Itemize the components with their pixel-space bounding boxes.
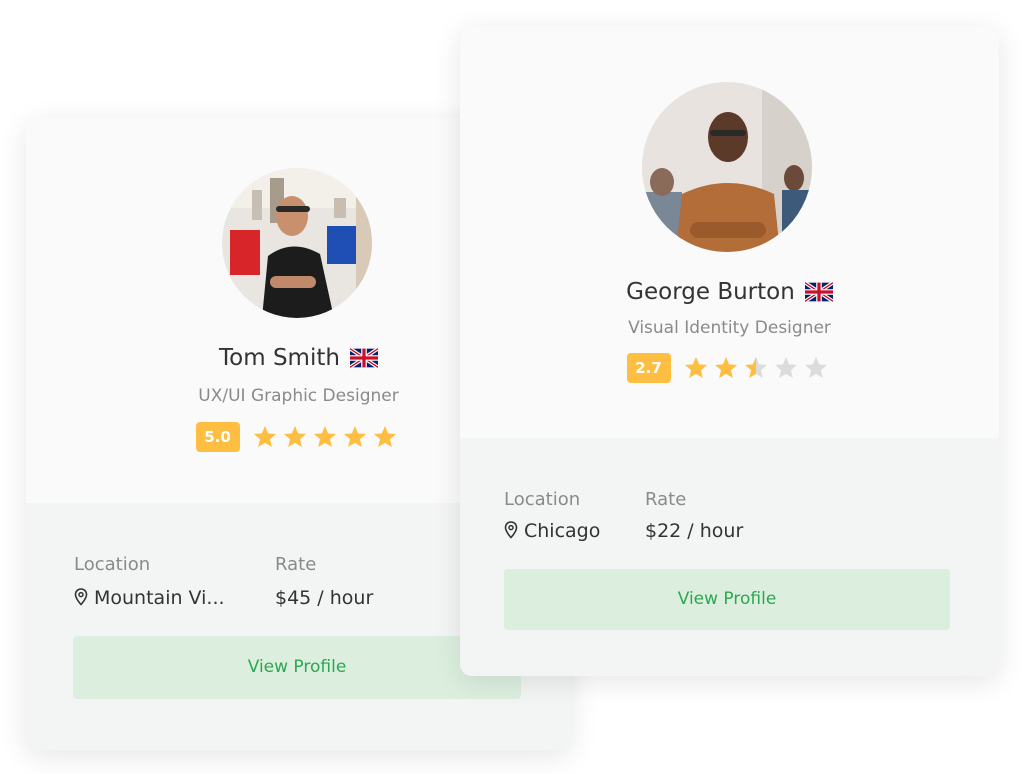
star-icon	[373, 425, 396, 447]
location-pin-icon	[74, 588, 88, 611]
view-profile-button[interactable]: View Profile	[73, 636, 521, 699]
rate-label: Rate	[645, 489, 687, 510]
rate-label: Rate	[275, 554, 317, 575]
freelancer-name-row: George Burton	[460, 279, 999, 308]
rate-value: $22 / hour	[645, 520, 744, 542]
star-icon	[253, 425, 276, 447]
star-icon	[744, 356, 767, 378]
freelancer-name: Tom Smith	[219, 345, 340, 371]
star-icon	[313, 425, 336, 447]
location-value-row: Chicago	[504, 520, 600, 544]
rating-row: 2.7	[460, 353, 999, 383]
location-pin-icon	[504, 521, 518, 544]
star-icon	[343, 425, 366, 447]
avatar	[642, 82, 812, 252]
location-value: Mountain Vi...	[94, 587, 225, 609]
card-details: Location Chicago Rate $22 / hour View Pr…	[460, 438, 999, 676]
star-rating	[252, 424, 402, 450]
avatar	[222, 168, 372, 318]
star-icon	[684, 356, 707, 378]
location-label: Location	[504, 489, 581, 510]
star-icon	[804, 356, 827, 378]
freelancer-name: George Burton	[626, 279, 795, 305]
star-icon	[283, 425, 306, 447]
card-header: George Burton Visual Identity Designer 2…	[460, 26, 999, 438]
rating-badge: 5.0	[195, 422, 240, 452]
location-value-row: Mountain Vi...	[74, 587, 225, 611]
freelancer-card-george-burton: George Burton Visual Identity Designer 2…	[460, 26, 999, 676]
location-label: Location	[74, 554, 151, 575]
rate-value: $45 / hour	[275, 587, 374, 609]
uk-flag-icon	[348, 347, 379, 374]
uk-flag-icon	[803, 281, 834, 308]
location-value: Chicago	[524, 520, 601, 542]
star-icon	[774, 356, 797, 378]
freelancer-title: Visual Identity Designer	[628, 318, 831, 338]
star-icon	[714, 356, 737, 378]
rating-badge: 2.7	[626, 353, 671, 383]
view-profile-button[interactable]: View Profile	[504, 569, 950, 630]
star-rating	[683, 355, 833, 381]
